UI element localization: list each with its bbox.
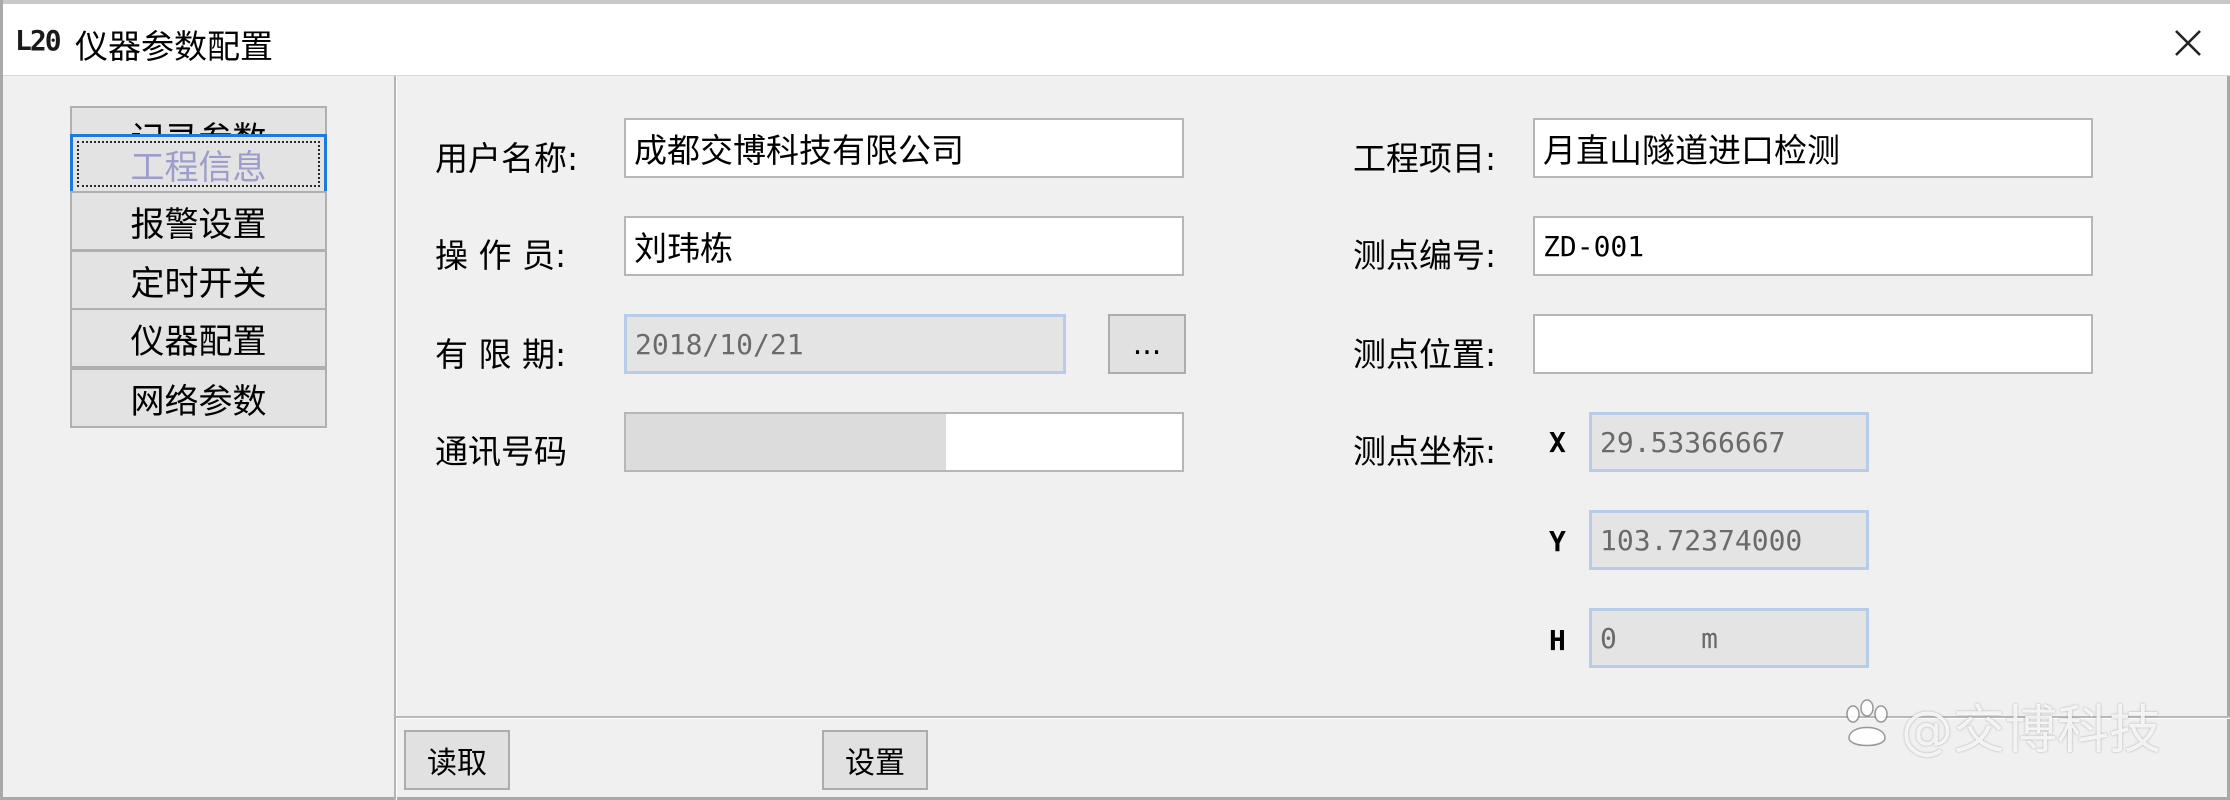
read-button[interactable]: 读取 xyxy=(404,730,510,790)
x-axis-label: X xyxy=(1549,426,1566,459)
app-logo: L20 xyxy=(15,24,62,57)
validity-date-field: 2018/10/21 xyxy=(624,314,1066,374)
user-name-label: 用户名称: xyxy=(435,139,579,178)
window-title: 仪器参数配置 xyxy=(75,27,273,66)
sidebar-item-alarm-settings[interactable]: 报警设置 xyxy=(70,191,327,251)
close-icon xyxy=(2175,30,2201,56)
x-coordinate-field: 29.53366667 xyxy=(1589,412,1869,472)
set-button-label: 设置 xyxy=(845,746,905,781)
ellipsis-icon: ... xyxy=(1132,326,1162,362)
y-axis-label: Y xyxy=(1549,525,1566,558)
settings-window: L20 仪器参数配置 记录参数 工程信息 报警设置 定时开关 仪器配置 网络参数 xyxy=(0,0,2230,800)
coordinates-label: 测点坐标: xyxy=(1353,432,1497,471)
sidebar-item-project-info[interactable]: 工程信息 xyxy=(70,134,327,194)
watermark: @交博科技 xyxy=(1839,688,2161,763)
set-button[interactable]: 设置 xyxy=(822,730,928,790)
redacted-block xyxy=(626,414,946,470)
sidebar-item-label: 网络参数 xyxy=(130,381,267,422)
sidebar-item-instrument-config[interactable]: 仪器配置 xyxy=(70,308,327,368)
close-button[interactable] xyxy=(2153,12,2223,74)
sidebar-item-label: 仪器配置 xyxy=(130,321,267,362)
focus-ring xyxy=(77,141,320,187)
read-button-label: 读取 xyxy=(427,746,487,781)
validity-label: 有 限 期: xyxy=(435,335,567,374)
comm-number-input[interactable] xyxy=(624,412,1184,472)
paw-logo-icon xyxy=(1846,698,1888,746)
sidebar-item-label: 定时开关 xyxy=(130,263,267,304)
watermark-text: @交博科技 xyxy=(1901,701,2162,761)
operator-label: 操 作 员: xyxy=(435,236,567,275)
title-bar: L20 仪器参数配置 xyxy=(3,4,2230,76)
point-id-label: 测点编号: xyxy=(1353,236,1497,275)
sidebar: 记录参数 工程信息 报警设置 定时开关 仪器配置 网络参数 xyxy=(6,76,396,800)
point-location-input[interactable] xyxy=(1533,314,2093,374)
h-height-field: 0 m xyxy=(1589,608,1869,668)
vertical-divider xyxy=(394,76,397,800)
comm-number-label: 通讯号码 xyxy=(435,432,567,471)
point-id-input[interactable]: ZD-001 xyxy=(1533,216,2093,276)
y-coordinate-field: 103.72374000 xyxy=(1589,510,1869,570)
user-name-input[interactable]: 成都交博科技有限公司 xyxy=(624,118,1184,178)
point-location-label: 测点位置: xyxy=(1353,335,1497,374)
project-label: 工程项目: xyxy=(1353,139,1497,178)
sidebar-item-network-params[interactable]: 网络参数 xyxy=(70,368,327,428)
sidebar-item-label: 报警设置 xyxy=(130,204,267,245)
h-axis-label: H xyxy=(1549,624,1566,657)
project-input[interactable]: 月直山隧道进口检测 xyxy=(1533,118,2093,178)
operator-input[interactable]: 刘玮栋 xyxy=(624,216,1184,276)
date-picker-button[interactable]: ... xyxy=(1108,314,1186,374)
sidebar-item-timer-switch[interactable]: 定时开关 xyxy=(70,250,327,310)
